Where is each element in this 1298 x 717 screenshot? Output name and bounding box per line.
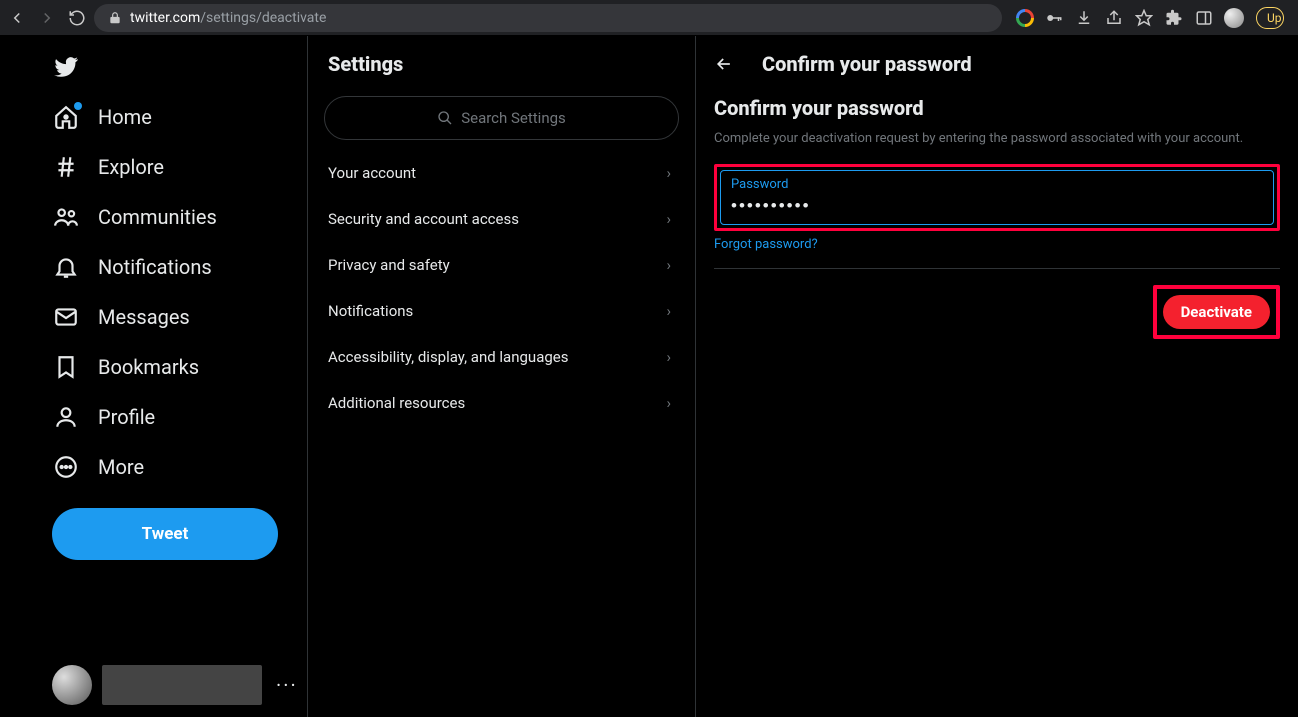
nav-label: Explore [98, 155, 164, 179]
browser-url: twitter.com/settings/deactivate [130, 10, 326, 26]
people-icon [53, 204, 79, 230]
more-icon: ··· [276, 673, 298, 697]
nav-bookmarks[interactable]: Bookmarks [52, 342, 307, 392]
settings-item-notifications[interactable]: Notifications › [324, 288, 679, 334]
mail-icon [53, 304, 79, 330]
search-settings-input[interactable]: Search Settings [324, 96, 679, 140]
nav-messages[interactable]: Messages [52, 292, 307, 342]
tweet-button[interactable]: Tweet [52, 508, 278, 560]
browser-chrome: twitter.com/settings/deactivate Up [0, 0, 1298, 36]
profile-avatar-icon[interactable] [1224, 8, 1244, 28]
settings-item-label: Your account [328, 164, 416, 182]
divider [714, 268, 1280, 269]
nav-label: Communities [98, 205, 217, 229]
notification-dot-icon [74, 102, 82, 110]
share-icon[interactable] [1104, 8, 1124, 28]
search-placeholder: Search Settings [461, 109, 566, 127]
settings-item-privacy[interactable]: Privacy and safety › [324, 242, 679, 288]
nav-label: More [98, 455, 144, 479]
settings-item-label: Privacy and safety [328, 256, 450, 274]
nav-label: Notifications [98, 255, 212, 279]
chevron-right-icon: › [666, 394, 671, 412]
nav-home[interactable]: Home [52, 92, 307, 142]
chevron-right-icon: › [666, 164, 671, 182]
highlight-box: Password [714, 164, 1280, 231]
highlight-box: Deactivate [1153, 285, 1280, 339]
google-account-icon[interactable] [1016, 9, 1034, 27]
search-icon [437, 110, 453, 126]
bird-icon [53, 54, 79, 80]
bookmark-icon [53, 354, 79, 380]
nav-label: Messages [98, 305, 190, 329]
browser-forward-button[interactable] [38, 9, 56, 27]
account-switcher[interactable]: ··· [52, 665, 298, 705]
settings-item-label: Additional resources [328, 394, 465, 412]
settings-column: Settings Search Settings Your account › … [308, 36, 696, 717]
nav-notifications[interactable]: Notifications [52, 242, 307, 292]
browser-reload-button[interactable] [68, 9, 86, 27]
browser-address-bar[interactable]: twitter.com/settings/deactivate [94, 4, 1002, 32]
nav-more[interactable]: More [52, 442, 307, 492]
profile-icon [53, 404, 79, 430]
lock-icon [108, 11, 122, 25]
account-name-redacted [102, 665, 262, 705]
page-title: Confirm your password [762, 52, 972, 76]
detail-column: Confirm your password Confirm your passw… [696, 36, 1298, 717]
settings-title: Settings [324, 36, 679, 96]
nav-explore[interactable]: Explore [52, 142, 307, 192]
settings-item-label: Accessibility, display, and languages [328, 348, 568, 366]
chevron-right-icon: › [666, 256, 671, 274]
more-circle-icon [53, 454, 79, 480]
bell-icon [53, 254, 79, 280]
nav-label: Bookmarks [98, 355, 199, 379]
settings-item-accessibility[interactable]: Accessibility, display, and languages › [324, 334, 679, 380]
settings-item-security[interactable]: Security and account access › [324, 196, 679, 242]
side-panel-icon[interactable] [1194, 8, 1214, 28]
hash-icon [53, 154, 79, 180]
primary-navigation: Home Explore Communities Notifications [0, 36, 308, 717]
extensions-icon[interactable] [1164, 8, 1184, 28]
forgot-password-link[interactable]: Forgot password? [714, 237, 818, 252]
password-label: Password [731, 177, 1263, 192]
settings-item-label: Notifications [328, 302, 413, 320]
nav-communities[interactable]: Communities [52, 192, 307, 242]
twitter-logo[interactable] [52, 42, 307, 92]
browser-back-button[interactable] [8, 9, 26, 27]
nav-label: Profile [98, 405, 155, 429]
password-input[interactable] [731, 196, 1263, 216]
settings-item-label: Security and account access [328, 210, 519, 228]
bookmark-star-icon[interactable] [1134, 8, 1154, 28]
back-button[interactable] [714, 54, 734, 74]
avatar [52, 665, 92, 705]
section-title: Confirm your password [714, 96, 1280, 120]
download-icon[interactable] [1074, 8, 1094, 28]
nav-label: Home [98, 105, 152, 129]
password-field-container[interactable]: Password [720, 170, 1274, 225]
chevron-right-icon: › [666, 210, 671, 228]
settings-item-additional[interactable]: Additional resources › [324, 380, 679, 426]
upgrade-button[interactable]: Up [1256, 7, 1284, 29]
nav-profile[interactable]: Profile [52, 392, 307, 442]
settings-item-account[interactable]: Your account › [324, 150, 679, 196]
chevron-right-icon: › [666, 302, 671, 320]
section-description: Complete your deactivation request by en… [714, 130, 1280, 148]
chevron-right-icon: › [666, 348, 671, 366]
deactivate-button[interactable]: Deactivate [1163, 295, 1270, 329]
password-key-icon[interactable] [1044, 8, 1064, 28]
